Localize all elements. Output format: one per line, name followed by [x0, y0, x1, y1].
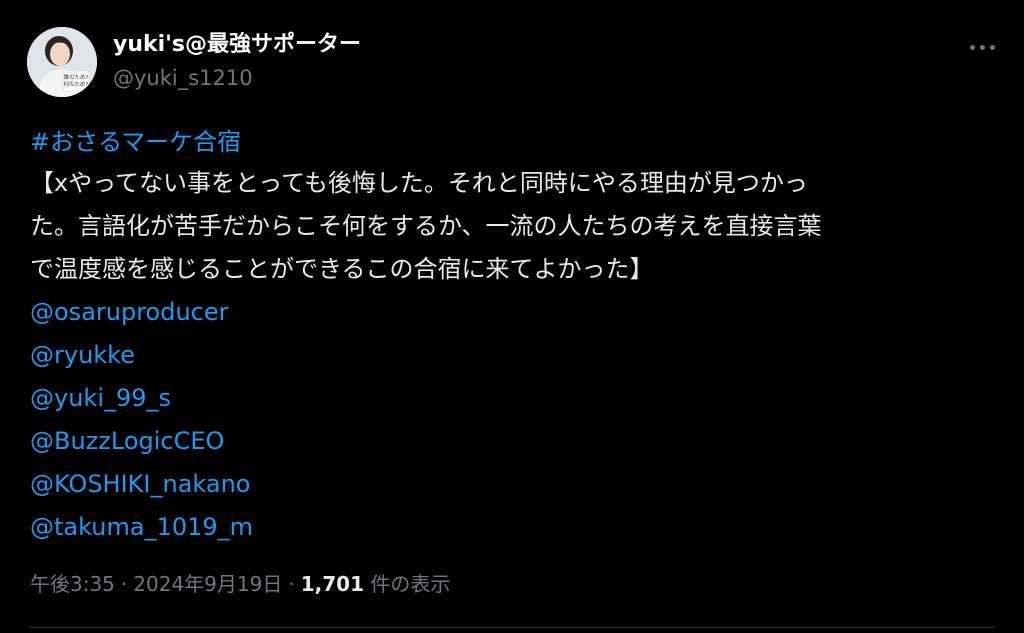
avatar-caption-line-1: 誰のため? — [64, 73, 89, 81]
avatar[interactable]: 誰のため? 何のため? — [27, 27, 97, 97]
more-options-button[interactable] — [962, 32, 1002, 62]
user-handle[interactable]: @yuki_s1210 — [113, 63, 361, 93]
tweet-card: 誰のため? 何のため? yuki's@最強サポーター @yuki_s1210 #… — [0, 0, 1024, 633]
mention-link[interactable]: @yuki_99_s — [30, 377, 1000, 420]
views-count: 1,701 — [300, 572, 364, 596]
post-time[interactable]: 午後3:35 — [30, 572, 115, 596]
divider — [30, 627, 994, 628]
author-block: yuki's@最強サポーター @yuki_s1210 — [113, 30, 361, 93]
mention-list: @osaruproducer @ryukke @yuki_99_s @BuzzL… — [30, 291, 1000, 549]
meta-separator: · — [120, 572, 128, 596]
post-date[interactable]: 2024年9月19日 — [133, 572, 282, 596]
tweet-text: 【xやってない事をとっても後悔した。それと同時にやる理由が見つかっ た。言語化が… — [30, 162, 1000, 291]
mention-link[interactable]: @ryukke — [30, 334, 1000, 377]
meta-separator: · — [288, 572, 295, 596]
views-label: 件の表示 — [370, 572, 451, 596]
tweet-body: #おさるマーケ合宿 【xやってない事をとっても後悔した。それと同時にやる理由が見… — [30, 122, 1000, 549]
mention-link[interactable]: @takuma_1019_m — [30, 506, 1000, 549]
tweet-text-line: で温度感を感じることができるこの合宿に来てよかった】 — [30, 255, 654, 283]
hashtag-link[interactable]: #おさるマーケ合宿 — [30, 122, 1000, 162]
more-dots-icon — [969, 44, 975, 50]
tweet-meta: 午後3:35 · 2024年9月19日 · 1,701 件の表示 — [30, 566, 450, 602]
mention-link[interactable]: @BuzzLogicCEO — [30, 420, 1000, 463]
tweet-text-line: た。言語化が苦手だからこそ何をするか、一流の人たちの考えを直接言葉 — [30, 212, 822, 240]
more-dot — [989, 44, 995, 50]
more-dot — [979, 44, 985, 50]
mention-link[interactable]: @osaruproducer — [30, 291, 1000, 334]
avatar-caption-line-2: 何のため? — [64, 80, 89, 88]
display-name[interactable]: yuki's@最強サポーター — [113, 30, 361, 60]
tweet-text-line: 【xやってない事をとっても後悔した。それと同時にやる理由が見つかっ — [30, 169, 808, 197]
mention-link[interactable]: @KOSHIKI_nakano — [30, 463, 1000, 506]
